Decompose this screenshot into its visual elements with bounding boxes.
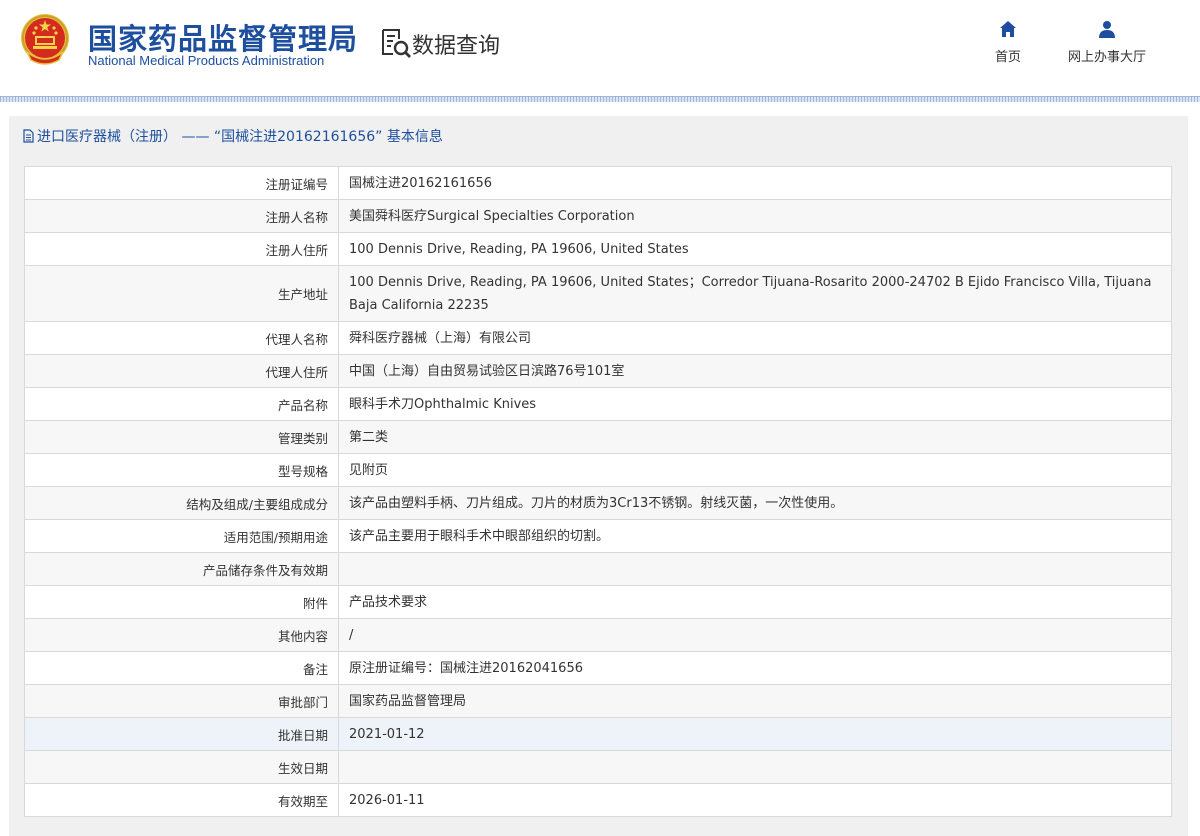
field-label: 注册证编号 [24, 166, 339, 200]
field-value: 100 Dennis Drive, Reading, PA 19606, Uni… [338, 265, 1172, 322]
field-label: 批准日期 [24, 717, 339, 751]
table-row: 代理人名称 舜科医疗器械（上海）有限公司 [24, 321, 1172, 355]
field-value: 该产品由塑料手柄、刀片组成。刀片的材质为3Cr13不锈钢。射线灭菌，一次性使用。 [338, 486, 1172, 520]
detail-table: 注册证编号 国械注进20162161656 注册人名称 美国舜科医疗Surgic… [24, 166, 1172, 817]
table-row: 产品名称 眼科手术刀Ophthalmic Knives [24, 387, 1172, 421]
field-value: 见附页 [338, 453, 1172, 487]
brand-name-en: National Medical Products Administration [88, 53, 325, 68]
table-row: 结构及组成/主要组成成分 该产品由塑料手柄、刀片组成。刀片的材质为3Cr13不锈… [24, 486, 1172, 520]
field-value [338, 750, 1172, 784]
field-label: 产品储存条件及有效期 [24, 552, 339, 586]
national-emblem-icon [21, 14, 69, 65]
panel-title-text: 进口医疗器械（注册） —— “国械注进20162161656” 基本信息 [37, 129, 443, 145]
field-value: 第二类 [338, 420, 1172, 454]
field-value: 国械注进20162161656 [338, 166, 1172, 200]
field-label: 注册人住所 [24, 232, 339, 266]
field-value: 产品技术要求 [338, 585, 1172, 619]
table-row: 注册证编号 国械注进20162161656 [24, 166, 1172, 200]
home-icon [1000, 21, 1016, 37]
field-value: 国家药品监督管理局 [338, 684, 1172, 718]
field-label: 备注 [24, 651, 339, 685]
brand-name-cn: 国家药品监督管理局 [88, 22, 359, 56]
field-value: 2026-01-11 [338, 783, 1172, 817]
field-label: 代理人名称 [24, 321, 339, 355]
table-row: 备注 原注册证编号：国械注进20162041656 [24, 651, 1172, 685]
nav-online-service-hall[interactable]: 网上办事大厅 [1063, 20, 1151, 65]
table-row: 注册人住所 100 Dennis Drive, Reading, PA 1960… [24, 232, 1172, 266]
table-row: 有效期至 2026-01-11 [24, 783, 1172, 817]
document-icon [23, 129, 34, 143]
table-row: 生产地址 100 Dennis Drive, Reading, PA 19606… [24, 265, 1172, 322]
field-label: 代理人住所 [24, 354, 339, 388]
detail-panel: 进口医疗器械（注册） —— “国械注进20162161656” 基本信息 注册证… [9, 116, 1188, 836]
field-label: 注册人名称 [24, 199, 339, 233]
table-row: 型号规格 见附页 [24, 453, 1172, 487]
field-value: 中国（上海）自由贸易试验区日滨路76号101室 [338, 354, 1172, 388]
field-value: 该产品主要用于眼科手术中眼部组织的切割。 [338, 519, 1172, 553]
site-header: 国家药品监督管理局 National Medical Products Admi… [0, 0, 1200, 102]
field-label: 适用范围/预期用途 [24, 519, 339, 553]
nav-home[interactable]: 首页 [990, 20, 1026, 65]
data-query-icon [382, 29, 411, 58]
table-row: 批准日期 2021-01-12 [24, 717, 1172, 751]
header-divider [0, 96, 1200, 102]
field-value: 眼科手术刀Ophthalmic Knives [338, 387, 1172, 421]
panel-title: 进口医疗器械（注册） —— “国械注进20162161656” 基本信息 [23, 126, 443, 146]
table-row: 附件 产品技术要求 [24, 585, 1172, 619]
table-row: 代理人住所 中国（上海）自由贸易试验区日滨路76号101室 [24, 354, 1172, 388]
field-value: / [338, 618, 1172, 652]
field-label: 有效期至 [24, 783, 339, 817]
table-row: 注册人名称 美国舜科医疗Surgical Specialties Corpora… [24, 199, 1172, 233]
field-value: 100 Dennis Drive, Reading, PA 19606, Uni… [338, 232, 1172, 266]
table-row: 其他内容 / [24, 618, 1172, 652]
field-label: 其他内容 [24, 618, 339, 652]
table-row: 产品储存条件及有效期 [24, 552, 1172, 586]
field-value: 舜科医疗器械（上海）有限公司 [338, 321, 1172, 355]
field-label: 生效日期 [24, 750, 339, 784]
table-row: 审批部门 国家药品监督管理局 [24, 684, 1172, 718]
page-section-title: 数据查询 [412, 34, 501, 59]
field-value: 原注册证编号：国械注进20162041656 [338, 651, 1172, 685]
field-value: 美国舜科医疗Surgical Specialties Corporation [338, 199, 1172, 233]
field-label: 附件 [24, 585, 339, 619]
field-value: 2021-01-12 [338, 717, 1172, 751]
field-label: 产品名称 [24, 387, 339, 421]
user-icon [1099, 21, 1115, 38]
field-value [338, 552, 1172, 586]
field-label: 型号规格 [24, 453, 339, 487]
table-row: 生效日期 [24, 750, 1172, 784]
nav-home-label: 首页 [994, 50, 1021, 65]
table-row: 适用范围/预期用途 该产品主要用于眼科手术中眼部组织的切割。 [24, 519, 1172, 553]
table-row: 管理类别 第二类 [24, 420, 1172, 454]
nav-online-service-hall-label: 网上办事大厅 [1067, 50, 1146, 65]
field-label: 管理类别 [24, 420, 339, 454]
field-label: 结构及组成/主要组成成分 [24, 486, 339, 520]
field-label: 生产地址 [24, 265, 339, 322]
field-label: 审批部门 [24, 684, 339, 718]
